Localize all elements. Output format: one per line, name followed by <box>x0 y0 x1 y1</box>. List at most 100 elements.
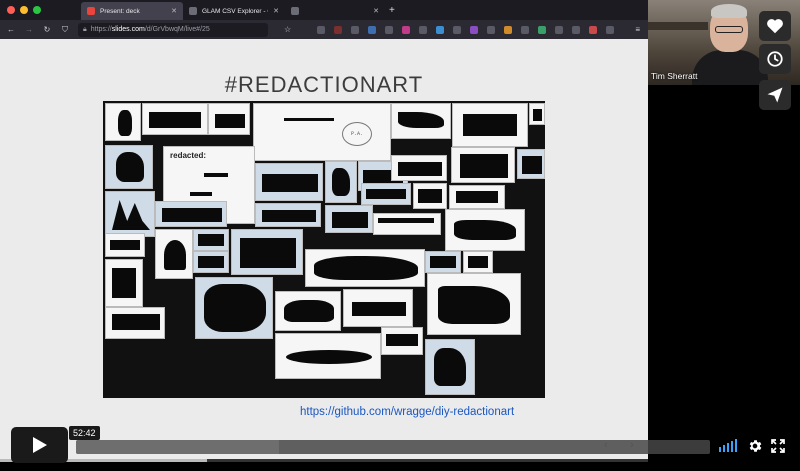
redacted-card <box>425 251 461 273</box>
redacted-card <box>425 339 475 395</box>
minimize-window-button[interactable] <box>20 6 28 14</box>
close-window-button[interactable] <box>7 6 15 14</box>
heart-icon <box>767 19 783 34</box>
redacted-card <box>305 249 425 287</box>
fullscreen-icon[interactable] <box>770 438 786 454</box>
extension-toolbar <box>317 25 615 34</box>
extension-icon[interactable] <box>487 25 496 34</box>
redacted-card <box>373 213 441 235</box>
redacted-card <box>255 163 323 201</box>
redacted-card <box>195 277 273 339</box>
forward-arrow-icon[interactable]: → <box>24 25 34 34</box>
extension-icon[interactable] <box>470 25 479 34</box>
redacted-card <box>529 103 545 125</box>
redacted-card <box>413 183 447 209</box>
clock-icon <box>767 51 783 67</box>
extension-icon[interactable] <box>368 25 377 34</box>
redacted-card <box>427 273 521 335</box>
redacted-card <box>391 155 447 181</box>
extension-icon[interactable] <box>589 25 598 34</box>
chevron-right-icon: › <box>630 439 634 451</box>
redacted-card <box>155 201 227 227</box>
extension-icon[interactable] <box>572 25 581 34</box>
redacted-card <box>381 327 423 355</box>
extension-icon[interactable] <box>419 25 428 34</box>
play-button[interactable] <box>11 427 68 463</box>
slide-title: #REDACTIONART <box>224 72 424 97</box>
extension-icon[interactable] <box>351 25 360 34</box>
like-button[interactable] <box>759 11 791 41</box>
close-tab-icon[interactable]: ✕ <box>273 7 279 15</box>
menu-hamburger-icon[interactable]: ≡ <box>635 25 640 34</box>
redacted-card <box>105 191 155 237</box>
play-icon <box>32 437 47 453</box>
glam-favicon-icon <box>189 7 197 15</box>
extension-icon[interactable] <box>317 25 326 34</box>
redacted-card <box>105 233 145 257</box>
watch-later-button[interactable] <box>759 44 791 74</box>
redacted-card <box>343 289 413 327</box>
seek-bar[interactable] <box>76 440 710 454</box>
redacted-card <box>231 229 303 275</box>
redacted-card <box>275 291 341 331</box>
redacted-card <box>452 103 528 147</box>
browser-tab-bar: Present: deck ✕ GLAM CSV Explorer - GLAM… <box>0 0 648 20</box>
share-button[interactable] <box>759 80 791 110</box>
github-link[interactable]: https://github.com/wragge/diy-redactiona… <box>300 406 514 418</box>
speaker-name: Tim Sherratt <box>651 71 698 81</box>
extension-icon[interactable] <box>606 25 615 34</box>
url-bar[interactable]: 🔒︎ https://slides.com/d/GrVbwqM/live#/25 <box>78 22 268 37</box>
redacted-card <box>105 307 165 339</box>
bookmark-star-icon[interactable]: ☆ <box>284 25 291 34</box>
redaction-art-collage: P.A. redacted: <box>103 101 545 398</box>
redacted-card <box>325 161 357 203</box>
page-favicon-icon <box>291 7 299 15</box>
chevron-left-icon: ‹ <box>604 439 608 451</box>
tab-glam-csv-explorer[interactable]: GLAM CSV Explorer - GLAM W ✕ <box>183 2 285 20</box>
browser-nav-bar: ← → ↻ ⛉ 🔒︎ https://slides.com/d/GrVbwqM/… <box>0 20 648 39</box>
tab-label: GLAM CSV Explorer - GLAM W <box>202 7 268 15</box>
extension-icon[interactable] <box>538 25 547 34</box>
send-icon <box>767 87 783 103</box>
redacted-card <box>105 259 143 307</box>
redacted-card <box>463 251 493 273</box>
extension-icon[interactable] <box>385 25 394 34</box>
maximize-window-button[interactable] <box>33 6 41 14</box>
redacted-card <box>445 209 525 251</box>
redacted-card <box>517 149 545 179</box>
extension-icon[interactable] <box>453 25 462 34</box>
extension-icon[interactable] <box>334 25 343 34</box>
redacted-card <box>208 103 250 135</box>
extension-icon[interactable] <box>521 25 530 34</box>
seek-bar-buffered <box>76 440 279 454</box>
redacted-card <box>255 203 321 227</box>
extension-icon[interactable] <box>555 25 564 34</box>
redacted-card <box>105 103 141 141</box>
redacted-card <box>391 103 451 139</box>
redacted-card <box>105 145 153 189</box>
screen: Present: deck ✕ GLAM CSV Explorer - GLAM… <box>0 0 800 471</box>
close-tab-icon[interactable]: ✕ <box>171 7 177 15</box>
lock-icon: 🔒︎ <box>83 25 87 33</box>
redacted-card <box>275 333 381 379</box>
extension-icon[interactable] <box>504 25 513 34</box>
url-text: https://slides.com/d/GrVbwqM/live#/25 <box>90 26 210 33</box>
tab-present-deck[interactable]: Present: deck ✕ <box>81 2 183 20</box>
tab-third[interactable]: ✕ <box>285 2 385 20</box>
tab-label: Present: deck <box>100 7 140 15</box>
document-card: P.A. <box>253 103 391 161</box>
video-controls: 52:42 ‹ › <box>0 421 800 471</box>
back-arrow-icon[interactable]: ← <box>6 25 16 34</box>
volume-control[interactable] <box>719 438 737 452</box>
extension-icon[interactable] <box>436 25 445 34</box>
slides-favicon-icon <box>87 7 95 15</box>
settings-gear-icon[interactable] <box>747 438 763 454</box>
reload-icon[interactable]: ↻ <box>42 25 52 34</box>
extension-icon[interactable] <box>402 25 411 34</box>
new-tab-icon[interactable]: + <box>389 5 395 16</box>
redacted-card <box>193 251 229 273</box>
redacted-card <box>142 103 208 135</box>
shield-icon[interactable]: ⛉ <box>60 25 70 35</box>
side-panel <box>648 85 800 471</box>
close-tab-icon[interactable]: ✕ <box>373 7 379 15</box>
